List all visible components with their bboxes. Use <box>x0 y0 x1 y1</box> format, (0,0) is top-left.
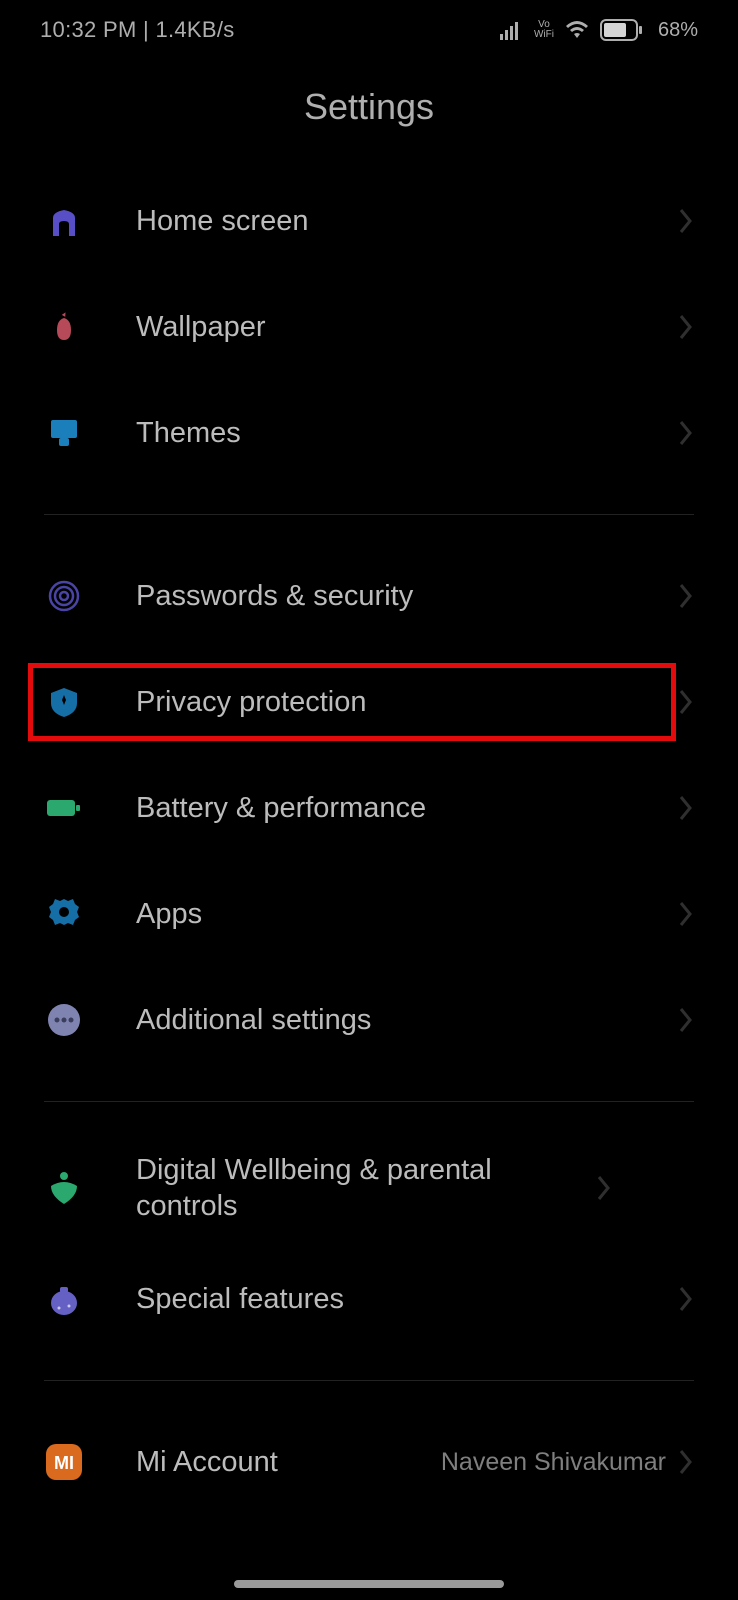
mi-logo-icon: MI <box>44 1442 84 1482</box>
chevron-right-icon <box>678 794 694 822</box>
row-label: Home screen <box>136 203 678 239</box>
special-icon <box>44 1279 84 1319</box>
wifi-icon <box>564 20 590 40</box>
row-label: Apps <box>136 896 678 932</box>
vowifi-icon: Vo WiFi <box>534 20 554 40</box>
status-time: 10:32 PM <box>40 17 137 42</box>
settings-row-wellbeing[interactable]: Digital Wellbeing & parental controls <box>0 1130 738 1246</box>
settings-row-home-screen[interactable]: Home screen <box>0 168 738 274</box>
settings-row-battery[interactable]: Battery & performance <box>0 755 738 861</box>
row-label: Special features <box>136 1281 678 1317</box>
row-label: Passwords & security <box>136 578 678 614</box>
settings-row-mi-account[interactable]: MI Mi Account Naveen Shivakumar <box>0 1409 738 1515</box>
battery-icon <box>44 788 84 828</box>
settings-row-themes[interactable]: Themes <box>0 380 738 486</box>
chevron-right-icon <box>678 688 694 716</box>
wallpaper-icon <box>44 307 84 347</box>
divider <box>44 514 694 515</box>
status-left: 10:32 PM | 1.4KB/s <box>40 17 235 43</box>
chevron-right-icon <box>678 1006 694 1034</box>
settings-row-wallpaper[interactable]: Wallpaper <box>0 274 738 380</box>
status-right: Vo WiFi 68% <box>500 19 698 42</box>
settings-list: Home screen Wallpaper Themes Passwords &… <box>0 168 738 1515</box>
row-label: Battery & performance <box>136 790 678 826</box>
chevron-right-icon <box>678 313 694 341</box>
status-bar: 10:32 PM | 1.4KB/s Vo WiFi 68% <box>0 0 738 60</box>
shield-icon <box>44 682 84 722</box>
page-title: Settings <box>0 60 738 168</box>
status-netspeed: 1.4KB/s <box>155 17 234 42</box>
wellbeing-icon <box>44 1168 84 1208</box>
gear-icon <box>44 894 84 934</box>
more-icon <box>44 1000 84 1040</box>
battery-percent: 68% <box>658 19 698 42</box>
divider <box>44 1101 694 1102</box>
settings-row-apps[interactable]: Apps <box>0 861 738 967</box>
row-label: Additional settings <box>136 1002 678 1038</box>
settings-row-privacy[interactable]: Privacy protection <box>0 649 738 755</box>
settings-row-additional[interactable]: Additional settings <box>0 967 738 1073</box>
home-icon <box>44 201 84 241</box>
row-value: Naveen Shivakumar <box>441 1448 666 1477</box>
themes-icon <box>44 413 84 453</box>
row-label: Themes <box>136 415 678 451</box>
row-label: Privacy protection <box>136 684 678 720</box>
chevron-right-icon <box>678 419 694 447</box>
cellular-signal-icon <box>500 20 524 40</box>
chevron-right-icon <box>596 1174 612 1202</box>
fingerprint-icon <box>44 576 84 616</box>
row-label: Wallpaper <box>136 309 678 345</box>
gesture-bar[interactable] <box>234 1580 504 1588</box>
row-label: Mi Account <box>136 1444 441 1480</box>
chevron-right-icon <box>678 582 694 610</box>
row-label: Digital Wellbeing & parental controls <box>136 1152 596 1225</box>
chevron-right-icon <box>678 900 694 928</box>
chevron-right-icon <box>678 1285 694 1313</box>
settings-row-passwords[interactable]: Passwords & security <box>0 543 738 649</box>
chevron-right-icon <box>678 207 694 235</box>
chevron-right-icon <box>678 1448 694 1476</box>
settings-row-special[interactable]: Special features <box>0 1246 738 1352</box>
divider <box>44 1380 694 1381</box>
battery-icon <box>600 19 644 41</box>
svg-text:MI: MI <box>54 1453 74 1473</box>
